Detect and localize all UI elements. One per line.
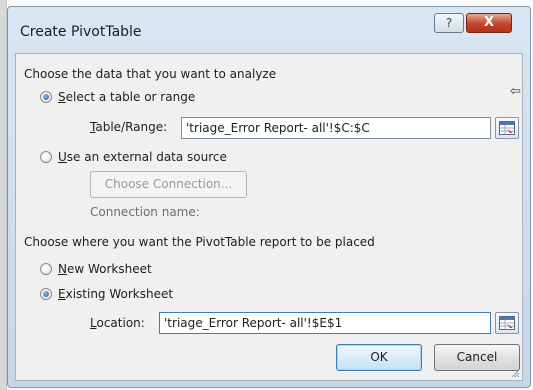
help-button[interactable]: ? (434, 13, 464, 33)
close-button[interactable]: X (466, 13, 512, 33)
select-table-label[interactable]: Select a table or range (58, 90, 195, 104)
new-worksheet-label-text: ew Worksheet (66, 262, 152, 276)
location-picker-button[interactable] (495, 312, 519, 334)
close-icon: X (483, 15, 495, 30)
existing-worksheet-mnemonic: E (58, 287, 66, 301)
existing-worksheet-radio[interactable] (40, 288, 52, 300)
cancel-button[interactable]: Cancel (434, 344, 520, 371)
select-table-mnemonic: S (58, 90, 66, 104)
range-picker-icon (499, 316, 515, 330)
range-picker-icon (499, 121, 515, 135)
create-pivottable-dialog: Create PivotTable ? X Choose the data th… (7, 6, 531, 388)
dialog-client-area: Choose the data that you want to analyze… (15, 53, 523, 381)
connection-name-label: Connection name: (90, 205, 200, 219)
new-worksheet-label[interactable]: New Worksheet (58, 262, 152, 276)
external-source-radio[interactable] (40, 151, 52, 163)
location-label-text: ocation: (96, 316, 145, 330)
new-worksheet-mnemonic: N (58, 262, 67, 276)
placement-section-heading: Choose where you want the PivotTable rep… (24, 235, 375, 249)
location-label: Location: (90, 316, 145, 330)
external-source-label-text: se an external data source (66, 150, 227, 164)
background-window-edge (0, 0, 7, 390)
location-input[interactable] (159, 312, 491, 334)
existing-worksheet-label-text: xisting Worksheet (65, 287, 174, 301)
external-source-mnemonic: U (58, 150, 67, 164)
table-range-input[interactable] (181, 117, 491, 139)
external-source-label[interactable]: Use an external data source (58, 150, 227, 164)
screen: Create PivotTable ? X Choose the data th… (0, 0, 533, 390)
table-range-picker-button[interactable] (495, 117, 519, 139)
choose-connection-button[interactable]: Choose Connection... (90, 171, 247, 198)
table-range-label-text: able/Range: (95, 120, 168, 134)
dialog-titlebar[interactable]: Create PivotTable ? X (8, 7, 530, 53)
dialog-title: Create PivotTable (20, 24, 142, 40)
help-icon: ? (445, 16, 453, 30)
resize-grip-icon[interactable] (510, 368, 520, 378)
ok-button[interactable]: OK (336, 344, 422, 371)
data-section-heading: Choose the data that you want to analyze (24, 67, 277, 81)
table-range-label: Table/Range: (90, 120, 167, 134)
select-table-radio[interactable] (40, 91, 52, 103)
new-worksheet-radio[interactable] (40, 263, 52, 275)
arrow-cursor-icon: ⇦ (510, 84, 521, 99)
select-table-label-text: elect a table or range (65, 90, 196, 104)
existing-worksheet-label[interactable]: Existing Worksheet (58, 287, 173, 301)
